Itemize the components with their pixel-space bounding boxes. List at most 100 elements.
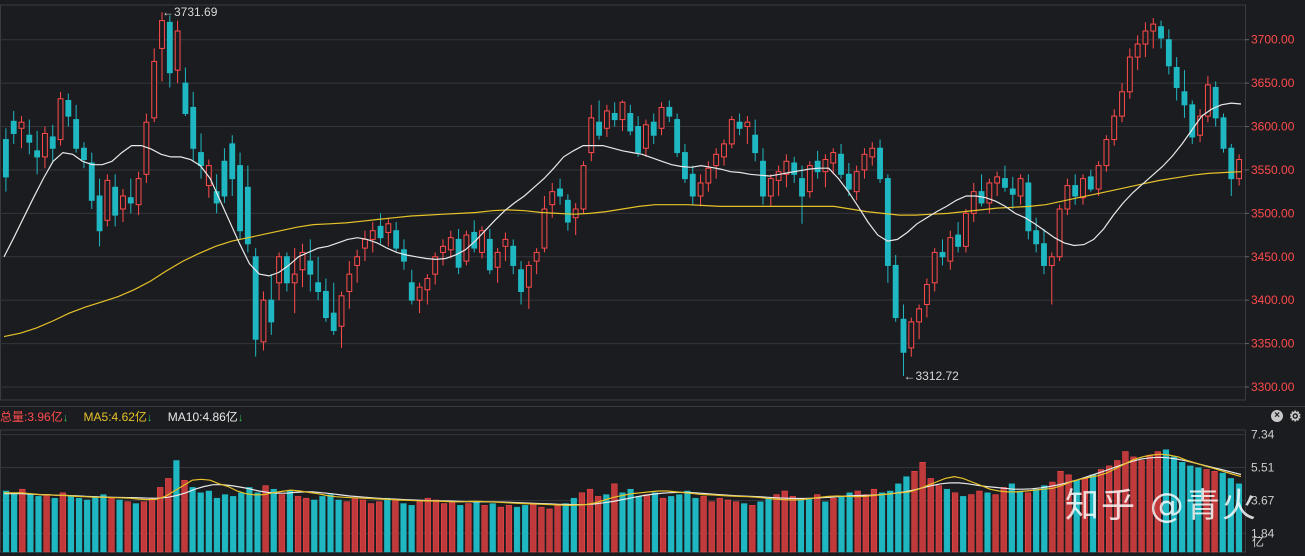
candle-body xyxy=(244,186,251,245)
candle-body xyxy=(1150,23,1157,32)
volume-bar xyxy=(367,503,375,553)
candle-body xyxy=(1017,178,1024,197)
candle-body xyxy=(900,318,907,353)
candle-body xyxy=(572,208,579,219)
volume-bar xyxy=(513,506,521,553)
volume-bar xyxy=(473,501,480,553)
volume-bar xyxy=(327,494,334,553)
candle-body xyxy=(728,119,735,145)
price-tick-label: 3700.00 xyxy=(1251,33,1295,47)
volume-bar xyxy=(197,492,204,553)
legend-total-volume: 总量:3.96亿↓ xyxy=(0,408,74,427)
volume-bar xyxy=(505,505,513,553)
volume-bar xyxy=(651,492,659,553)
volume-bar xyxy=(1049,481,1056,553)
volume-bar xyxy=(1024,492,1032,553)
volume-bar xyxy=(351,497,358,553)
candle-body xyxy=(775,171,782,181)
candle-body xyxy=(760,160,766,197)
candle-body xyxy=(1119,91,1125,117)
candle-body xyxy=(1220,117,1227,149)
volume-bar xyxy=(376,501,383,553)
candle-body xyxy=(697,182,704,197)
volume-tick-label: 7.34 xyxy=(1251,428,1275,442)
candle-body xyxy=(713,153,720,167)
candle-body xyxy=(682,152,688,180)
candle-body xyxy=(689,173,696,197)
volume-unit-label: 亿 xyxy=(1252,535,1265,549)
candle-body xyxy=(658,106,665,129)
candle-body xyxy=(814,160,821,173)
candle-body xyxy=(18,121,25,129)
volume-bar xyxy=(148,497,156,553)
volume-bar xyxy=(789,496,796,553)
volume-bar xyxy=(1033,488,1040,553)
close-icon[interactable]: × xyxy=(1271,410,1283,422)
volume-bar xyxy=(1016,490,1024,553)
candle-body xyxy=(1095,165,1102,190)
price-tick-label: 3450.00 xyxy=(1251,250,1295,264)
candle-body xyxy=(120,195,126,210)
volume-bar xyxy=(822,501,829,553)
candle-body xyxy=(650,121,657,136)
volume-bar xyxy=(724,499,732,553)
candle-body xyxy=(221,160,228,197)
volume-bar xyxy=(805,497,813,553)
candle-body xyxy=(283,256,290,284)
volume-bar xyxy=(440,503,448,553)
volume-bar xyxy=(522,505,529,553)
price-panel: 3700.00 3650.00 3600.00 3550.00 3500.00 3450.… xyxy=(0,4,1305,407)
volume-bar xyxy=(586,488,594,553)
candle-body xyxy=(385,223,392,233)
volume-bar xyxy=(303,497,310,553)
price-tick-label: 3350.00 xyxy=(1251,337,1295,351)
candle-body xyxy=(635,126,642,154)
candle-body xyxy=(744,121,751,128)
candle-body xyxy=(799,178,805,197)
volume-bar xyxy=(246,487,253,553)
volume-bar xyxy=(59,492,66,553)
candle-body xyxy=(838,153,844,175)
candle-body xyxy=(1165,39,1172,67)
volume-bar xyxy=(919,462,926,553)
candle-body xyxy=(291,273,298,284)
candle-body xyxy=(190,106,197,149)
volume-bar xyxy=(814,494,821,553)
volume-panel-tools: × ⚙ xyxy=(1271,409,1302,423)
volume-bar xyxy=(1041,485,1048,553)
volume-bar xyxy=(659,497,667,553)
candle-body xyxy=(939,251,946,258)
volume-bar xyxy=(408,505,415,553)
candle-body xyxy=(1181,91,1188,106)
candle-body xyxy=(627,113,634,132)
candle-body xyxy=(580,165,587,210)
price-tick-label: 3500.00 xyxy=(1251,206,1295,220)
candle-body xyxy=(166,21,173,74)
candle-body xyxy=(557,188,563,197)
volume-bar xyxy=(92,496,99,553)
volume-bar xyxy=(424,497,431,553)
candle-body xyxy=(198,152,204,167)
candle-body xyxy=(666,106,673,117)
candle-body xyxy=(845,173,852,190)
candle-body xyxy=(104,179,111,221)
volume-bar xyxy=(1008,483,1015,553)
volume-bar xyxy=(2,490,10,553)
candle-body xyxy=(1142,30,1149,45)
candle-body xyxy=(884,178,891,266)
volume-bar xyxy=(757,501,764,553)
candle-body xyxy=(447,237,454,251)
volume-bar xyxy=(140,501,148,553)
volume-legend: 总量:3.96亿↓ MA5:4.62亿↓ MA10:4.86亿↓ xyxy=(0,408,255,426)
high-annotation: ←3731.69 xyxy=(162,5,218,19)
volume-bar xyxy=(384,497,391,553)
candle-body xyxy=(57,98,64,141)
gear-icon[interactable]: ⚙ xyxy=(1289,409,1302,423)
volume-bar xyxy=(984,492,991,553)
candle-body xyxy=(853,171,860,193)
watermark: 知乎 @青火 xyxy=(1065,486,1258,526)
candle-body xyxy=(525,264,532,288)
candle-body xyxy=(65,99,72,117)
volume-bar xyxy=(538,506,545,553)
candle-body xyxy=(440,245,446,253)
